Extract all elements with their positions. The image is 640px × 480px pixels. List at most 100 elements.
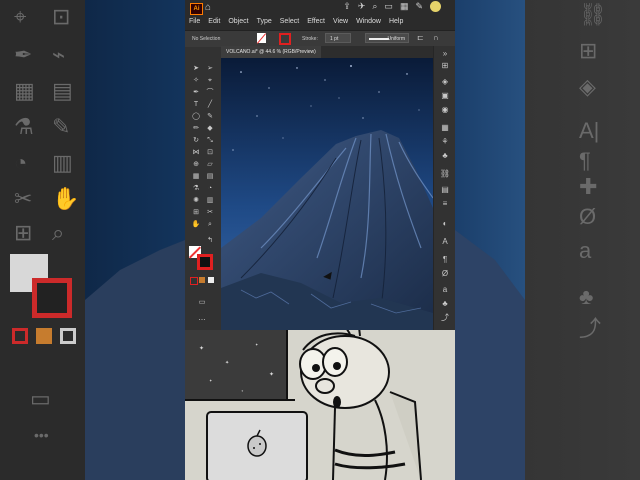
comic-character-illustration: ✦ ✦ ✦ ✦ ✦ ✦ (185, 330, 455, 480)
toolbox: ➤ ➢ ✧ ⌖ ✒ ⌒ T ╱ ◯ ✎ ✏ ◆ ↻ ⤡ ⋈ ⊡ ⊕ ▱ ▦ ▤ … (185, 58, 221, 330)
menu-view[interactable]: View (333, 17, 348, 26)
stroke-weight-field[interactable]: 1 pt (325, 33, 351, 43)
lasso-icon[interactable]: ⌖ (205, 76, 215, 86)
shape-builder-tool-icon[interactable]: ⊕ (191, 160, 201, 170)
gradient-icon[interactable]: ◐ (439, 218, 451, 229)
export-icon[interactable]: ⤴ (439, 312, 451, 323)
eyedropper-tool-icon[interactable]: ⚗ (191, 184, 201, 194)
comic-overlay: ✦ ✦ ✦ ✦ ✦ ✦ (185, 330, 455, 480)
line-tool-icon[interactable]: ╱ (205, 100, 215, 110)
stroke-icon[interactable]: ≡ (439, 198, 451, 209)
document-tab-bar: VOLCANO.ai* @ 44.6 % (RGB/Preview) (221, 46, 433, 58)
libraries-icon[interactable]: ▣ (439, 90, 451, 101)
menu-help[interactable]: Help (389, 17, 403, 26)
avatar[interactable] (430, 1, 441, 12)
symbol-sprayer-tool-icon[interactable]: ✺ (191, 196, 201, 206)
stroke-color-box[interactable] (197, 254, 213, 270)
ghost-grid-icon: ⊞ (579, 38, 598, 63)
ghost-mesh-icon: ▦ (14, 78, 35, 103)
slice-tool-icon[interactable]: ✂ (205, 208, 215, 218)
ghost-pen-icon: ✒ (14, 42, 33, 67)
top-right-icons: ⇪ ✈ ⌕ ▭ ▦ ✎ (343, 1, 441, 12)
none-mode-swatch[interactable] (208, 277, 214, 283)
hand-tool-icon[interactable]: ✋ (191, 220, 201, 230)
collapse-panel-icon[interactable]: » (439, 48, 451, 59)
ghost-swatch-orange (36, 328, 52, 344)
magic-wand-icon[interactable]: ✧ (191, 76, 201, 86)
brushes-icon[interactable]: ⚘ (439, 136, 451, 147)
appearance-icon[interactable]: ⛓ (439, 168, 451, 179)
stroke-swatch[interactable] (279, 33, 291, 45)
curvature-tool-icon[interactable]: ⌒ (205, 88, 215, 98)
scale-tool-icon[interactable]: ⤡ (205, 136, 215, 146)
color-icon[interactable]: ◉ (439, 104, 451, 115)
direct-selection-tool-icon[interactable]: ➢ (205, 64, 215, 74)
illustrator-window: Ai ⌂ ⇪ ✈ ⌕ ▭ ▦ ✎ File Edit Object Type S… (185, 0, 455, 480)
opacity-icon[interactable]: ∩ (433, 33, 439, 42)
swap-colors-icon[interactable]: ↰ (205, 236, 215, 246)
control-bar: No Selection Stroke: 1 pt Uniform ⊏ ∩ (185, 30, 455, 47)
layers-icon[interactable]: ◈ (439, 76, 451, 87)
ghost-artboard-icon: ⊞ (14, 220, 33, 245)
fill-swatch[interactable] (257, 33, 266, 43)
paragraph-icon[interactable]: ¶ (439, 254, 451, 265)
opentype-icon[interactable]: Ø (439, 268, 451, 279)
character-icon[interactable]: A (439, 236, 451, 247)
paintbrush-tool-icon[interactable]: ✎ (205, 112, 215, 122)
graph-tool-icon[interactable]: ▥ (205, 196, 215, 206)
stroke-profile-dropdown[interactable]: Uniform (365, 33, 409, 43)
rocket-icon[interactable]: ✈ (358, 1, 366, 12)
document-tab[interactable]: VOLCANO.ai* @ 44.6 % (RGB/Preview) (221, 46, 321, 58)
style-icon[interactable]: ⊏ (417, 33, 424, 42)
color-mode-swatch[interactable] (190, 277, 198, 285)
menu-file[interactable]: File (189, 17, 200, 26)
menu-edit[interactable]: Edit (208, 17, 220, 26)
blend-tool-icon[interactable]: ◔ (205, 184, 215, 194)
type-tool-icon[interactable]: T (191, 100, 201, 110)
ghost-tag-icon: ✚ (579, 174, 598, 199)
ghost-lasso-icon: ⌖ (14, 4, 27, 29)
ghost-text-icon: A| (579, 118, 600, 143)
symbols-icon[interactable]: ♣ (439, 150, 451, 161)
free-transform-tool-icon[interactable]: ⊡ (205, 148, 215, 158)
pencil-tool-icon[interactable]: ✏ (191, 124, 201, 134)
menu-window[interactable]: Window (356, 17, 381, 26)
ghost-crop-icon: ⊡ (52, 4, 71, 29)
search-icon[interactable]: ⌕ (372, 1, 377, 12)
width-tool-icon[interactable]: ⋈ (191, 148, 201, 158)
share-icon[interactable]: ⇪ (343, 1, 351, 12)
zoom-tool-icon[interactable]: ⌕ (205, 220, 215, 230)
glyphs-icon[interactable]: a (439, 284, 451, 295)
screen-mode-icon[interactable]: ▭ (197, 298, 207, 308)
mesh-tool-icon[interactable]: ▦ (191, 172, 201, 182)
menu-type[interactable]: Type (257, 17, 272, 26)
more-tools-icon[interactable]: ⋯ (197, 316, 207, 326)
selection-tool-icon[interactable]: ➤ (191, 64, 201, 74)
swatches-icon[interactable]: ▦ (439, 122, 451, 133)
blurred-background-left: ⌖ ⊡ ✒ ⌁ ▦ ▤ ⚗ ✎ ◔ ▥ ✂ ✋ ⊞ ⌕ ▭ ••• (0, 0, 185, 480)
rotate-tool-icon[interactable]: ↻ (191, 136, 201, 146)
gradient-tool-icon[interactable]: ▤ (205, 172, 215, 182)
menu-object[interactable]: Object (228, 17, 248, 26)
gradient-mode-swatch[interactable] (199, 277, 205, 283)
svg-text:✦: ✦ (225, 360, 229, 366)
perspective-tool-icon[interactable]: ▱ (205, 160, 215, 170)
profile-line-preview (369, 38, 389, 40)
pen-tool-icon[interactable]: ✒ (191, 88, 201, 98)
transparency-icon[interactable]: ▤ (439, 184, 451, 195)
artboard-tool-icon[interactable]: ⊞ (191, 208, 201, 218)
workspace-icon[interactable]: ▭ (384, 1, 393, 12)
menu-effect[interactable]: Effect (307, 17, 325, 26)
ghost-screen-mode-icon: ▭ (30, 386, 51, 411)
artboard-canvas[interactable] (221, 58, 433, 330)
menu-bar: Ai ⌂ ⇪ ✈ ⌕ ▭ ▦ ✎ File Edit Object Type S… (185, 0, 455, 30)
align-icon[interactable]: ♣ (439, 298, 451, 309)
eraser-tool-icon[interactable]: ◆ (205, 124, 215, 134)
arrange-icon[interactable]: ▦ (400, 1, 409, 12)
home-icon[interactable]: ⌂ (205, 2, 211, 13)
ghost-layers-icon: ◈ (579, 74, 596, 99)
menu-select[interactable]: Select (280, 17, 299, 26)
ellipse-tool-icon[interactable]: ◯ (191, 112, 201, 122)
properties-icon[interactable]: ⊞ (439, 60, 451, 71)
brush-icon[interactable]: ✎ (415, 1, 423, 12)
